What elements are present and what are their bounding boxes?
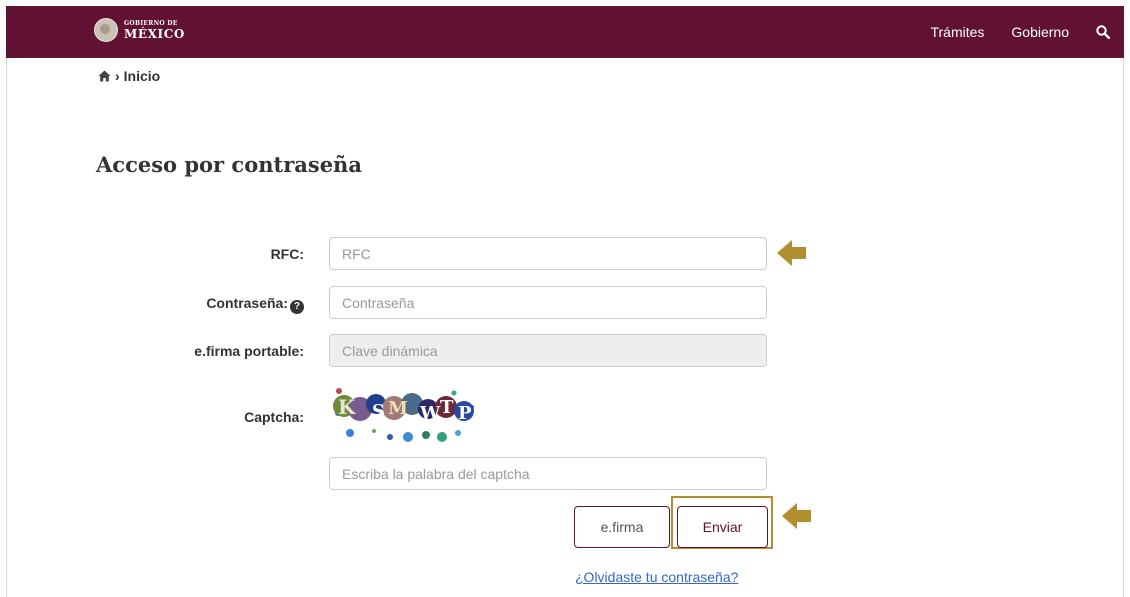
breadcrumb-current[interactable]: Inicio [124, 68, 161, 84]
enviar-button[interactable]: Enviar [677, 506, 768, 548]
page-title: Acceso por contraseña [96, 152, 362, 177]
top-nav: Trámites Gobierno [930, 6, 1124, 58]
forgot-password-link[interactable]: ¿Olvidaste tu contraseña? [575, 569, 738, 585]
captcha-label: Captcha: [244, 409, 304, 425]
breadcrumb-separator: › [115, 68, 120, 84]
svg-text:S: S [372, 401, 385, 422]
svg-text:T: T [440, 397, 454, 418]
logo-line-2: MÉXICO [124, 26, 185, 41]
captcha-image: K S M W T P [330, 387, 480, 443]
nav-link-gobierno[interactable]: Gobierno [1011, 24, 1069, 40]
search-icon[interactable] [1096, 25, 1111, 40]
home-icon[interactable] [98, 70, 111, 82]
captcha-input[interactable]: Escriba la palabra del captcha [329, 457, 767, 490]
top-navbar: GOBIERNO DE MÉXICO Trámites Gobierno [6, 6, 1124, 58]
rfc-label: RFC: [270, 246, 304, 262]
efirma-portable-label: e.firma portable: [194, 343, 304, 359]
breadcrumb: › Inicio [98, 68, 160, 84]
arrow-left-icon [782, 503, 811, 529]
national-seal-icon [94, 18, 118, 42]
password-label: Contraseña:? [206, 295, 304, 314]
dynamic-key-input: Clave dinámica [329, 334, 767, 367]
svg-text:P: P [458, 403, 472, 424]
rfc-input[interactable]: RFC [329, 237, 767, 270]
logo-line-1: GOBIERNO DE [124, 19, 178, 27]
svg-text:M: M [388, 398, 408, 419]
svg-text:K: K [338, 395, 356, 419]
question-circle-icon[interactable]: ? [290, 300, 304, 314]
password-input[interactable]: Contraseña [329, 286, 767, 319]
nav-link-tramites[interactable]: Trámites [930, 24, 984, 40]
arrow-left-icon [777, 240, 806, 266]
gobierno-mexico-logo[interactable]: GOBIERNO DE MÉXICO [94, 18, 185, 42]
efirma-button[interactable]: e.firma [574, 506, 670, 548]
svg-text:W: W [419, 403, 441, 424]
